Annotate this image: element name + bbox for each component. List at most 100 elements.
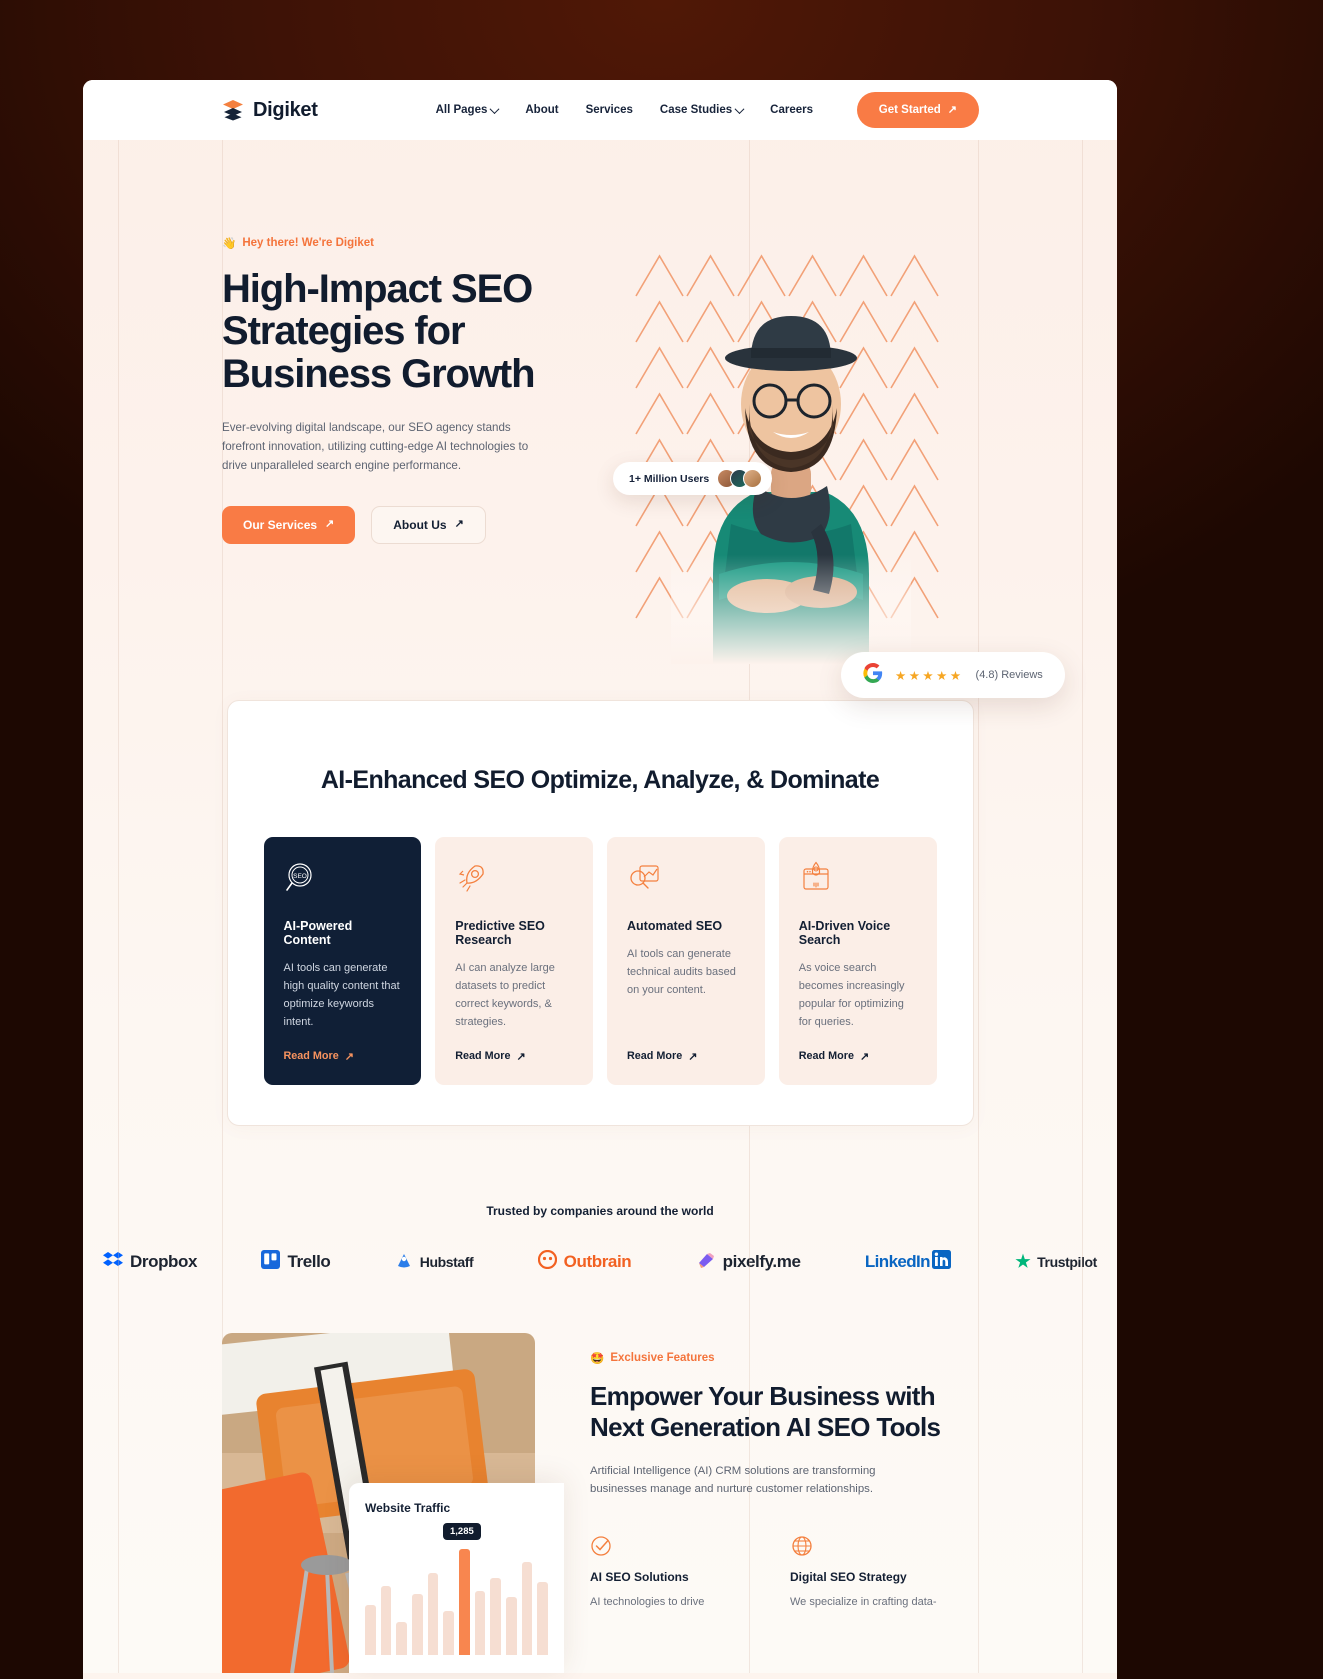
hero-heading: High-Impact SEO Strategies for Business … — [222, 267, 536, 396]
feature-card-predictive-seo-research[interactable]: Predictive SEO Research AI can analyze l… — [435, 836, 593, 1085]
feature-card-ai-powered-content[interactable]: SEO AI-Powered Content AI tools can gene… — [263, 836, 422, 1085]
hero-eyebrow-text: Hey there! We're Digiket — [242, 237, 374, 249]
nav-item-about[interactable]: About — [525, 104, 558, 116]
about-us-button[interactable]: About Us ↗ — [371, 505, 486, 544]
feature-card-title: AI-Driven Voice Search — [798, 918, 891, 947]
logo-strip: Dropbox Trello Hubstaff Outbrain pixelfy… — [103, 1249, 1097, 1275]
bar-tooltip: 1,285 — [443, 1522, 481, 1540]
logo-label: Trello — [287, 1252, 331, 1271]
nav-label: Services — [585, 104, 633, 116]
arrow-up-right-icon: ↗ — [947, 103, 957, 116]
exclusive-features-section: Website Traffic 1,285 🤩 Exclusive Featur… — [83, 1332, 1117, 1673]
logo-outbrain: Outbrain — [537, 1249, 632, 1274]
feature-card-title: Automated SEO — [627, 918, 723, 933]
read-more-label: Read More — [455, 1050, 511, 1062]
chevron-down-icon — [489, 103, 500, 114]
feature-title: AI SEO Solutions — [590, 1570, 689, 1585]
nav-label: Careers — [770, 104, 813, 116]
feature-card-body: AI can analyze large datasets to predict… — [455, 961, 555, 1029]
feature-card-title: Predictive SEO Research — [455, 918, 545, 947]
analytics-chart-icon — [627, 861, 745, 897]
hero-actions: Our Services ↗ About Us ↗ — [222, 505, 562, 544]
logo-label: Outbrain — [563, 1252, 632, 1271]
users-badge: 1+ Million Users — [613, 462, 773, 495]
feature-body: We specialize in crafting data- — [790, 1596, 937, 1609]
chart-bar — [474, 1590, 486, 1655]
chevron-down-icon — [734, 103, 745, 114]
seo-magnifier-icon: SEO — [284, 861, 402, 897]
read-more-link[interactable]: Read More ↗ — [627, 1050, 745, 1063]
nav-item-case-studies[interactable]: Case Studies — [659, 103, 745, 116]
read-more-link[interactable]: Read More ↗ — [284, 1050, 402, 1063]
exclusive-features-list: AI SEO Solutions AI technologies to driv… — [590, 1534, 990, 1612]
nav-label: About — [525, 104, 559, 116]
nav-item-careers[interactable]: Careers — [770, 104, 813, 116]
feature-card-automated-seo[interactable]: Automated SEO AI tools can generate tech… — [607, 836, 765, 1085]
read-more-label: Read More — [283, 1050, 339, 1062]
get-started-label: Get Started — [878, 104, 941, 116]
logo-hubstaff: Hubstaff — [395, 1252, 474, 1273]
nav-item-services[interactable]: Services — [586, 104, 633, 116]
target-check-icon — [590, 1534, 760, 1558]
arrow-up-right-icon: ↗ — [516, 1050, 526, 1063]
brand-name: Digiket — [253, 98, 318, 121]
hero-paragraph: Ever-evolving digital landscape, our SEO… — [222, 421, 529, 472]
chart-bar — [521, 1562, 533, 1655]
trello-icon — [261, 1250, 281, 1274]
feature-card-body: AI tools can generate high quality conte… — [283, 961, 400, 1029]
our-services-label: Our Services — [243, 517, 318, 532]
exclusive-features-heading: Empower Your Business with Next Generati… — [590, 1380, 941, 1443]
chart-bar — [490, 1577, 502, 1655]
logo-label: Hubstaff — [419, 1254, 474, 1270]
rocket-icon — [455, 861, 573, 897]
website-traffic-title: Website Traffic — [365, 1500, 451, 1515]
outbrain-icon — [537, 1249, 557, 1274]
digiket-stack-icon — [222, 99, 244, 121]
feature-card-ai-driven-voice-search[interactable]: AI-Driven Voice Search As voice search b… — [778, 836, 937, 1085]
chart-bar — [459, 1548, 470, 1655]
logo-dropbox: Dropbox — [103, 1250, 197, 1275]
linkedin-icon — [931, 1250, 951, 1274]
hero-copy: 👋 Hey there! We're Digiket High-Impact S… — [222, 236, 562, 544]
arrow-up-right-icon: ↗ — [325, 518, 335, 531]
globe-icon — [790, 1534, 960, 1558]
brand-logo[interactable]: Digiket — [222, 99, 318, 122]
read-more-link[interactable]: Read More ↗ — [455, 1050, 573, 1063]
chart-bar — [380, 1586, 392, 1655]
logo-label: pixelfy.me — [722, 1252, 801, 1271]
arrow-up-right-icon: ↗ — [344, 1050, 354, 1063]
our-services-button[interactable]: Our Services ↗ — [222, 505, 356, 544]
features-panel: AI-Enhanced SEO Optimize, Analyze, & Dom… — [226, 700, 974, 1126]
site-header: Digiket All Pages About Services Case St… — [83, 80, 1117, 140]
chart-bar — [537, 1581, 549, 1655]
logo-label: Dropbox — [130, 1252, 198, 1271]
users-badge-label: 1+ Million Users — [629, 472, 710, 485]
feature-card-body: As voice search becomes increasingly pop… — [798, 961, 905, 1029]
feature-ai-seo-solutions: AI SEO Solutions AI technologies to driv… — [590, 1534, 760, 1612]
trusted-logos-section: Trusted by companies around the world Dr… — [83, 1204, 1117, 1275]
logo-trello: Trello — [261, 1250, 331, 1274]
nav-label: Case Studies — [659, 104, 733, 116]
reviews-count-label: (4.8) Reviews — [975, 669, 1043, 681]
feature-card-body: AI tools can generate technical audits b… — [627, 947, 736, 997]
exclusive-features-eyebrow: 🤩 Exclusive Features — [590, 1351, 990, 1365]
google-icon — [863, 662, 883, 688]
avatar — [743, 469, 763, 488]
get-started-button[interactable]: Get Started ↗ — [856, 92, 979, 128]
read-more-link[interactable]: Read More ↗ — [799, 1050, 917, 1063]
arrow-up-right-icon: ↗ — [454, 518, 464, 531]
avatar-group — [717, 469, 763, 488]
star-struck-emoji-icon: 🤩 — [590, 1352, 605, 1365]
browser-frame: Digiket All Pages About Services Case St… — [83, 80, 1117, 1679]
chart-bar — [396, 1621, 408, 1655]
nav-item-all-pages[interactable]: All Pages — [436, 103, 500, 116]
feature-body: AI technologies to drive — [590, 1596, 705, 1609]
page-root: Digiket All Pages About Services Case St… — [83, 80, 1117, 1673]
wave-hand-icon: 👋 — [222, 238, 237, 250]
features-panel-title: AI-Enhanced SEO Optimize, Analyze, & Dom… — [320, 766, 880, 794]
logo-pixelfy: pixelfy.me — [696, 1250, 801, 1275]
google-reviews-badge: ★★★★★ (4.8) Reviews — [841, 652, 1065, 698]
logo-linkedin: LinkedIn — [865, 1250, 951, 1274]
feature-digital-seo-strategy: Digital SEO Strategy We specialize in cr… — [790, 1534, 960, 1612]
exclusive-features-paragraph: Artificial Intelligence (AI) CRM solutio… — [590, 1464, 876, 1496]
